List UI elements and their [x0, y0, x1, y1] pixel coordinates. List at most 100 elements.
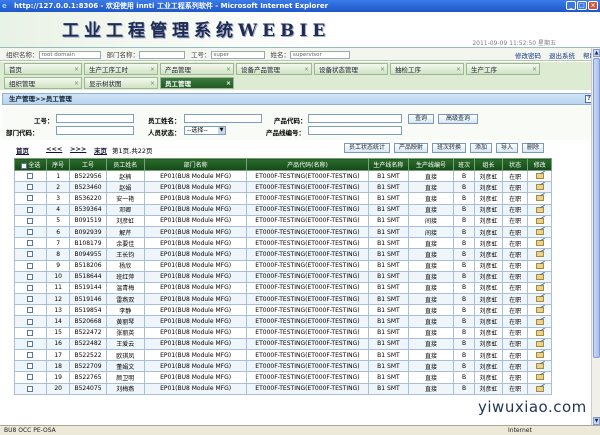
edit-icon[interactable]	[535, 385, 544, 392]
row-select-cell[interactable]	[14, 326, 47, 339]
edit-icon[interactable]	[535, 374, 544, 381]
tab-process-hours[interactable]: 生产工序工时 ×	[84, 63, 158, 75]
table-row[interactable]: 20 B524075 刘梅燕 EP01(BU8 Module MFG) ET000F-T…	[14, 382, 552, 395]
minimize-button[interactable]: _	[566, 1, 576, 10]
vertical-scrollbar[interactable]: ▲ ▼	[591, 48, 600, 426]
edit-icon[interactable]	[535, 184, 544, 191]
row-select-cell[interactable]	[14, 237, 47, 250]
row-select-cell[interactable]	[14, 214, 47, 227]
tab-equipment-products[interactable]: 设备产品管理 ×	[236, 63, 312, 75]
tab-organization[interactable]: 组织管理 ×	[4, 77, 82, 89]
edit-cell[interactable]	[527, 192, 552, 205]
edit-icon[interactable]	[535, 195, 544, 202]
table-row[interactable]: 3 B536220 安一艳 EP01(BU8 Module MFG) ET000F-TE…	[14, 192, 552, 205]
edit-cell[interactable]	[527, 281, 552, 295]
product-code-input[interactable]	[308, 114, 402, 123]
close-icon[interactable]: ×	[74, 78, 79, 90]
scroll-down-icon[interactable]: ▼	[593, 417, 600, 425]
row-checkbox[interactable]	[27, 217, 34, 224]
row-checkbox[interactable]	[27, 273, 34, 280]
row-select-cell[interactable]	[14, 203, 47, 216]
row-checkbox[interactable]	[27, 284, 34, 291]
tab-equipment-status[interactable]: 设备状态管理 ×	[314, 63, 388, 75]
edit-icon[interactable]	[535, 251, 544, 258]
import-button[interactable]: 导入	[496, 143, 518, 153]
table-row[interactable]: 19 B522765 颜卫明 EP01(BU8 Module MFG) ET000F-T…	[14, 371, 552, 384]
tab-home[interactable]: 首页 ×	[4, 63, 82, 75]
employee-stats-button[interactable]: 员工状态统计	[344, 143, 390, 153]
edit-cell[interactable]	[527, 169, 552, 183]
table-row[interactable]: 15 B522472 张丽英 EP01(BU8 Module MFG) ET000F-T…	[14, 326, 552, 339]
close-icon[interactable]: ×	[150, 78, 155, 90]
edit-cell[interactable]	[527, 360, 552, 373]
edit-cell[interactable]	[527, 326, 552, 339]
next-page-link[interactable]: >>>	[70, 145, 86, 153]
edit-cell[interactable]	[527, 315, 552, 328]
row-checkbox[interactable]	[27, 251, 34, 258]
close-icon[interactable]: ×	[150, 64, 155, 76]
row-checkbox[interactable]	[27, 296, 34, 303]
row-checkbox[interactable]	[27, 229, 34, 236]
maximize-button[interactable]: □	[577, 1, 587, 10]
edit-cell[interactable]	[527, 214, 552, 227]
row-checkbox[interactable]	[27, 363, 34, 370]
edit-icon[interactable]	[535, 352, 544, 359]
empname-input[interactable]	[184, 114, 262, 123]
tab-production-process[interactable]: 生产工序 ×	[466, 63, 540, 75]
table-row[interactable]: 10 B518644 班红萍 EP01(BU8 Module MFG) ET000F-T…	[14, 270, 552, 283]
row-checkbox[interactable]	[27, 329, 34, 336]
table-row[interactable]: 2 B523460 赵娟 EP01(BU8 Module MFG) ET000F-TES…	[14, 181, 552, 194]
table-row[interactable]: 13 B519854 李静 EP01(BU8 Module MFG) ET000F-TE…	[14, 304, 552, 317]
row-select-cell[interactable]	[14, 304, 47, 317]
edit-icon[interactable]	[535, 240, 544, 247]
row-checkbox[interactable]	[27, 352, 34, 359]
row-select-cell[interactable]	[14, 281, 47, 295]
table-row[interactable]: 5 B091519 刘彦虹 EP01(BU8 Module MFG) ET000F-TE…	[14, 214, 552, 227]
last-page-link[interactable]: 末页	[94, 145, 107, 155]
edit-cell[interactable]	[527, 270, 552, 283]
row-checkbox[interactable]	[27, 240, 34, 247]
row-select-cell[interactable]	[14, 371, 47, 384]
table-row[interactable]: 6 B092939 解芹 EP01(BU8 Module MFG) ET000F-TES…	[14, 225, 552, 239]
edit-icon[interactable]	[535, 296, 544, 303]
dept-code-input[interactable]	[56, 126, 134, 135]
row-select-cell[interactable]	[14, 382, 47, 395]
tab-tree-view[interactable]: 显示树状图 ×	[84, 77, 158, 89]
edit-cell[interactable]	[527, 348, 552, 362]
row-checkbox[interactable]	[27, 184, 34, 191]
row-select-cell[interactable]	[14, 293, 47, 306]
row-select-cell[interactable]	[14, 181, 47, 194]
row-checkbox[interactable]	[27, 374, 34, 381]
edit-icon[interactable]	[535, 340, 544, 347]
edit-icon[interactable]	[535, 329, 544, 336]
close-button[interactable]: ×	[588, 1, 598, 10]
row-checkbox[interactable]	[27, 318, 34, 325]
line-no-input[interactable]	[308, 126, 402, 135]
row-select-cell[interactable]	[14, 360, 47, 373]
tab-sampling-process[interactable]: 抽检工序 ×	[390, 63, 464, 75]
edit-cell[interactable]	[527, 225, 552, 239]
row-checkbox[interactable]	[27, 340, 34, 347]
row-checkbox[interactable]	[27, 173, 34, 180]
edit-cell[interactable]	[527, 293, 552, 306]
close-icon[interactable]: ×	[304, 64, 309, 76]
row-select-cell[interactable]	[14, 270, 47, 283]
edit-cell[interactable]	[527, 181, 552, 194]
row-select-cell[interactable]	[14, 315, 47, 328]
edit-icon[interactable]	[535, 363, 544, 370]
row-checkbox[interactable]	[27, 206, 34, 213]
close-icon[interactable]: ×	[226, 64, 231, 76]
row-checkbox[interactable]	[27, 385, 34, 392]
close-icon[interactable]: ×	[380, 64, 385, 76]
table-row[interactable]: 7 B108179 余要佳 EP01(BU8 Module MFG) ET000F-TE…	[14, 237, 552, 250]
edit-cell[interactable]	[527, 237, 552, 250]
change-password-link[interactable]: 修改密码	[515, 50, 541, 60]
table-row[interactable]: 9 B518206 杨欣 EP01(BU8 Module MFG) ET000F-TES…	[14, 259, 552, 272]
tab-products[interactable]: 产品管理 ×	[160, 63, 234, 75]
logout-link[interactable]: 退出系统	[549, 50, 575, 60]
table-row[interactable]: 14 B520668 黄丽琴 EP01(BU8 Module MFG) ET000F-T…	[14, 315, 552, 328]
scroll-thumb[interactable]	[593, 58, 600, 358]
row-select-cell[interactable]	[14, 337, 47, 351]
row-checkbox[interactable]	[27, 195, 34, 202]
edit-icon[interactable]	[535, 273, 544, 280]
